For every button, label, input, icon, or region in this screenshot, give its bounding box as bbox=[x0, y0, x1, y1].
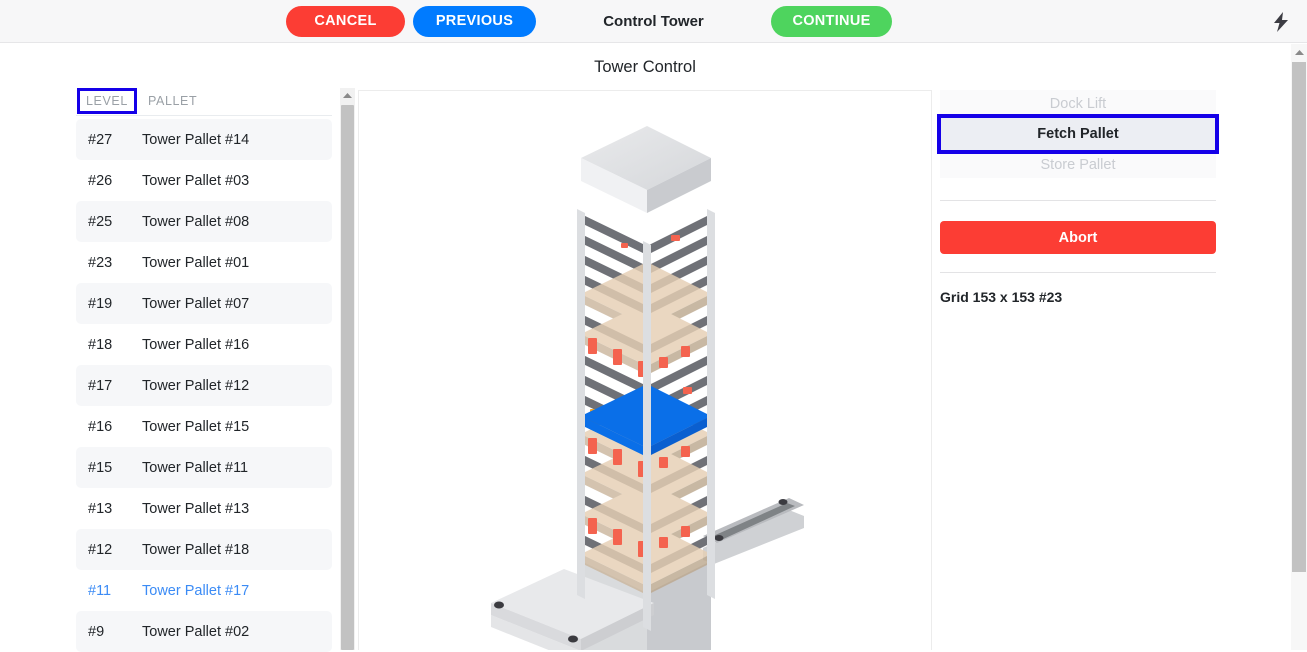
row-level: #13 bbox=[88, 500, 113, 517]
table-row[interactable]: #27 Tower Pallet #14 bbox=[76, 119, 332, 160]
chevron-up-icon[interactable] bbox=[1291, 44, 1307, 60]
row-pallet: Tower Pallet #14 bbox=[142, 131, 250, 148]
pallet-table: LEVEL PALLET #27 Tower Pallet #14 #26 Tower… bbox=[76, 86, 332, 652]
row-pallet: Tower Pallet #03 bbox=[142, 172, 250, 189]
tower-3d-canvas[interactable] bbox=[358, 90, 932, 650]
table-scrollbar-thumb[interactable] bbox=[341, 105, 354, 650]
row-level: #23 bbox=[88, 254, 113, 271]
table-row[interactable]: #15 Tower Pallet #11 bbox=[76, 447, 332, 488]
row-pallet: Tower Pallet #13 bbox=[142, 500, 250, 517]
row-pallet: Tower Pallet #18 bbox=[142, 541, 250, 558]
row-level: #11 bbox=[88, 582, 112, 599]
row-level: #9 bbox=[88, 623, 105, 640]
cancel-button[interactable]: CANCEL bbox=[286, 5, 405, 37]
page-scrollbar-thumb[interactable] bbox=[1292, 62, 1306, 572]
row-pallet: Tower Pallet #07 bbox=[142, 295, 250, 312]
table-row[interactable]: #23 Tower Pallet #01 bbox=[76, 242, 332, 283]
row-pallet: Tower Pallet #02 bbox=[142, 623, 250, 640]
top-toolbar: CANCEL PREVIOUS Control Tower CONTINUE bbox=[0, 0, 1307, 43]
action-panel: Dock Lift Fetch Pallet Store Pallet Abor… bbox=[937, 90, 1219, 305]
previous-button[interactable]: PREVIOUS bbox=[413, 5, 536, 37]
row-level: #12 bbox=[88, 541, 113, 558]
table-row[interactable]: #17 Tower Pallet #12 bbox=[76, 365, 332, 406]
row-level: #19 bbox=[88, 295, 113, 312]
fetch-pallet-button[interactable]: Fetch Pallet bbox=[937, 114, 1219, 154]
row-level: #25 bbox=[88, 213, 113, 230]
table-row[interactable]: #16 Tower Pallet #15 bbox=[76, 406, 332, 447]
table-row[interactable]: #25 Tower Pallet #08 bbox=[76, 201, 332, 242]
column-header-level[interactable]: LEVEL bbox=[77, 88, 137, 114]
divider bbox=[940, 200, 1216, 201]
row-level: #15 bbox=[88, 459, 113, 476]
table-row[interactable]: #19 Tower Pallet #07 bbox=[76, 283, 332, 324]
table-row[interactable]: #18 Tower Pallet #16 bbox=[76, 324, 332, 365]
row-level: #18 bbox=[88, 336, 113, 353]
row-level: #27 bbox=[88, 131, 113, 148]
row-pallet: Tower Pallet #12 bbox=[142, 377, 250, 394]
table-scrollbar[interactable] bbox=[340, 88, 355, 650]
lightning-bolt-icon[interactable] bbox=[1271, 11, 1291, 32]
continue-button[interactable]: CONTINUE bbox=[771, 5, 892, 37]
dock-plate-right bbox=[703, 498, 804, 564]
table-header-row: LEVEL PALLET bbox=[76, 86, 332, 116]
chevron-up-icon[interactable] bbox=[340, 88, 355, 103]
row-pallet: Tower Pallet #15 bbox=[142, 418, 250, 435]
table-row[interactable]: #9 Tower Pallet #02 bbox=[76, 611, 332, 652]
divider-2 bbox=[940, 272, 1216, 273]
toolbar-title: Control Tower bbox=[603, 13, 704, 30]
tower-cap bbox=[581, 126, 711, 213]
row-level: #26 bbox=[88, 172, 113, 189]
table-row[interactable]: #11 Tower Pallet #17 bbox=[76, 570, 332, 611]
page-title: Tower Control bbox=[594, 58, 696, 76]
table-row[interactable]: #12 Tower Pallet #18 bbox=[76, 529, 332, 570]
table-row[interactable]: #13 Tower Pallet #13 bbox=[76, 488, 332, 529]
row-pallet: Tower Pallet #08 bbox=[142, 213, 250, 230]
tower-3d-render bbox=[491, 126, 804, 650]
table-body: #27 Tower Pallet #14 #26 Tower Pallet #03 #2… bbox=[76, 119, 332, 652]
page-scrollbar[interactable] bbox=[1291, 44, 1307, 650]
table-row[interactable]: #26 Tower Pallet #03 bbox=[76, 160, 332, 201]
dock-lift-button: Dock Lift bbox=[940, 90, 1216, 117]
row-level: #16 bbox=[88, 418, 113, 435]
row-pallet: Tower Pallet #16 bbox=[142, 336, 250, 353]
grid-info-label: Grid 153 x 153 #23 bbox=[940, 289, 1063, 305]
row-pallet: Tower Pallet #17 bbox=[142, 582, 250, 599]
store-pallet-button: Store Pallet bbox=[940, 151, 1216, 178]
row-pallet: Tower Pallet #11 bbox=[142, 459, 249, 476]
row-pallet: Tower Pallet #01 bbox=[142, 254, 250, 271]
column-header-pallet[interactable]: PALLET bbox=[146, 91, 199, 111]
action-button-group: Dock Lift Fetch Pallet Store Pallet bbox=[937, 90, 1219, 178]
abort-button[interactable]: Abort bbox=[940, 221, 1216, 254]
row-level: #17 bbox=[88, 377, 113, 394]
